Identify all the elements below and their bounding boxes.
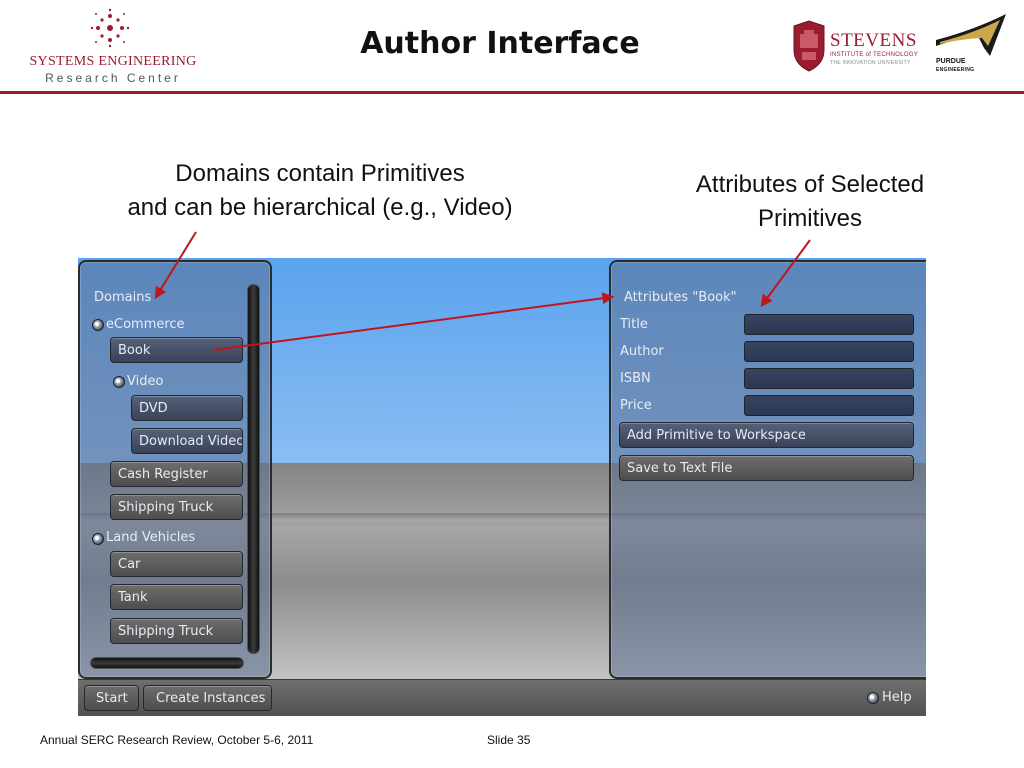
purdue-wing-icon	[936, 14, 1006, 56]
stevens-shield-icon	[793, 20, 825, 72]
purdue-line2: ENGINEERING	[936, 67, 975, 73]
item-cash-register[interactable]: Cash Register	[110, 461, 243, 487]
field-label-title: Title	[620, 317, 648, 332]
field-price-input[interactable]	[744, 395, 914, 416]
radio-ecommerce[interactable]	[92, 319, 104, 331]
attributes-title: Attributes "Book"	[624, 290, 737, 305]
callout-domains: Domains contain Primitives and can be hi…	[80, 157, 560, 225]
item-shipping-truck-2[interactable]: Shipping Truck	[110, 618, 243, 644]
callout-attributes: Attributes of Selected Primitives	[650, 168, 970, 236]
group-land-vehicles[interactable]: Land Vehicles	[106, 530, 195, 545]
callout-domains-line1: Domains contain Primitives	[175, 160, 465, 187]
serc-logo: SYSTEMS ENGINEERING Research Center	[18, 8, 208, 86]
create-instances-button[interactable]: Create Instances	[143, 685, 272, 711]
purdue-logo: PURDUE ENGINEERING	[934, 12, 1014, 80]
start-button[interactable]: Start	[84, 685, 139, 711]
domains-vertical-scrollbar[interactable]	[247, 284, 260, 654]
save-to-text-button[interactable]: Save to Text File	[619, 455, 914, 481]
callout-attributes-line1: Attributes of Selected	[695, 171, 925, 198]
group-video[interactable]: Video	[127, 374, 163, 389]
help-radio[interactable]	[867, 692, 879, 704]
add-primitive-button[interactable]: Add Primitive to Workspace	[619, 422, 914, 448]
header-divider	[0, 91, 1024, 94]
radio-land-vehicles[interactable]	[92, 533, 104, 545]
group-ecommerce[interactable]: eCommerce	[106, 317, 185, 332]
item-dvd[interactable]: DVD	[131, 395, 243, 421]
item-download-video[interactable]: Download Video	[131, 428, 243, 454]
field-author-input[interactable]	[744, 341, 914, 362]
callout-attributes-line2: Primitives	[757, 205, 862, 232]
stevens-logo: STEVENS INSTITUTE of TECHNOLOGY THE INNO…	[792, 16, 922, 76]
domains-title: Domains	[94, 290, 152, 305]
slide-title: Author Interface	[360, 26, 640, 61]
callout-domains-line2: and can be hierarchical (e.g., Video)	[127, 194, 513, 221]
serc-star-icon	[90, 8, 130, 48]
field-label-price: Price	[620, 398, 652, 413]
stevens-sub2: THE INNOVATION UNIVERSITY	[830, 60, 911, 66]
field-title-input[interactable]	[744, 314, 914, 335]
author-app-screenshot: Domains eCommerce Book Video DVD Downloa…	[78, 258, 926, 716]
stevens-name: STEVENS	[830, 30, 917, 51]
purdue-line1: PURDUE	[936, 58, 966, 65]
bottom-toolbar: Start Create Instances Help	[78, 679, 926, 716]
field-label-isbn: ISBN	[620, 371, 651, 386]
help-label[interactable]: Help	[882, 690, 912, 705]
serc-logo-line2: Research Center	[45, 71, 181, 85]
item-shipping-truck[interactable]: Shipping Truck	[110, 494, 243, 520]
footer-conference: Annual SERC Research Review, October 5-6…	[40, 733, 314, 747]
item-car[interactable]: Car	[110, 551, 243, 577]
domains-panel: Domains eCommerce Book Video DVD Downloa…	[78, 260, 272, 679]
field-isbn-input[interactable]	[744, 368, 914, 389]
stevens-sub1: INSTITUTE of TECHNOLOGY	[830, 52, 919, 58]
domains-horizontal-scrollbar[interactable]	[90, 657, 244, 669]
item-book[interactable]: Book	[110, 337, 243, 363]
attributes-panel: Attributes "Book" Title Author ISBN Pric…	[609, 260, 926, 679]
item-tank[interactable]: Tank	[110, 584, 243, 610]
field-label-author: Author	[620, 344, 664, 359]
serc-logo-line1: SYSTEMS ENGINEERING	[29, 54, 197, 69]
footer-slide-number: Slide 35	[487, 733, 531, 747]
radio-video[interactable]	[113, 376, 125, 388]
